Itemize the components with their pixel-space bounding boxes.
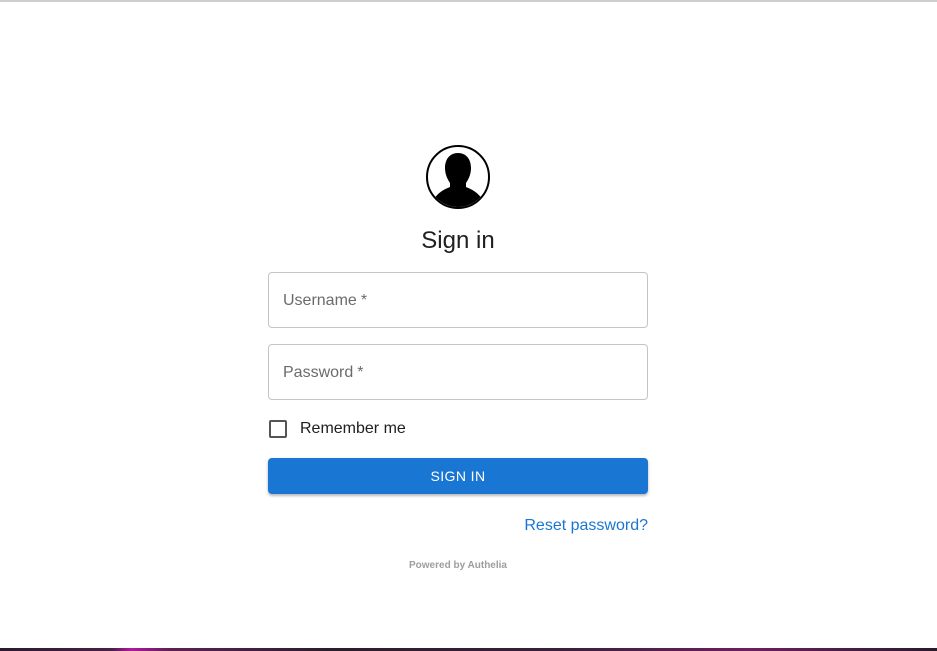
sign-in-button[interactable]: SIGN IN <box>268 458 648 494</box>
user-silhouette-icon <box>426 145 490 209</box>
reset-password-link[interactable]: Reset password? <box>524 517 648 535</box>
top-border <box>0 0 937 2</box>
remember-me-row[interactable]: Remember me <box>268 418 406 440</box>
password-field[interactable]: Password * <box>268 344 648 400</box>
remember-me-checkbox[interactable] <box>269 420 287 438</box>
powered-by-text: Powered by Authelia <box>409 560 507 571</box>
remember-me-label: Remember me <box>300 420 406 437</box>
username-input[interactable] <box>269 273 647 327</box>
password-input[interactable] <box>269 345 647 399</box>
username-field[interactable]: Username * <box>268 272 648 328</box>
page-title: Sign in <box>421 227 495 254</box>
